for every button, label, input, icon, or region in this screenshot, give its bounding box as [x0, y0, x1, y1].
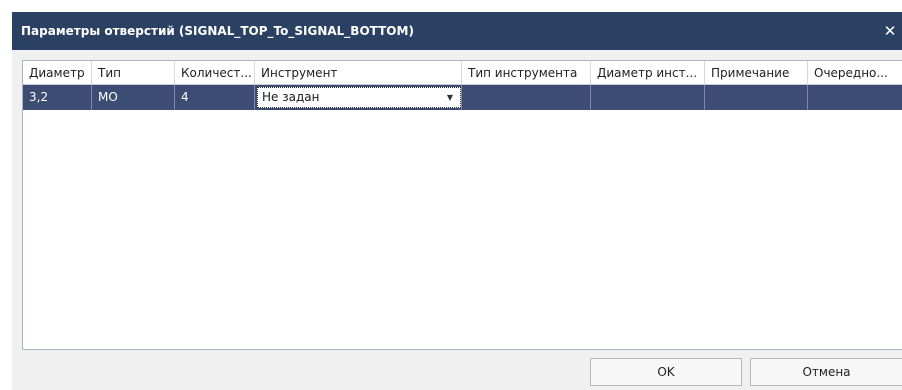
column-header-order[interactable]: Очередно...: [808, 61, 902, 84]
dialog-title: Параметры отверстий (SIGNAL_TOP_To_SIGNA…: [21, 24, 414, 38]
tool-dropdown[interactable]: Не задан ▼: [257, 87, 461, 108]
cell-order[interactable]: [808, 85, 902, 110]
chevron-down-icon[interactable]: ▼: [444, 88, 456, 107]
ok-button[interactable]: OK: [590, 358, 742, 386]
holes-table: Диаметр Тип Количест... Инструмент Тип и…: [22, 60, 902, 350]
tool-dropdown-value: Не задан: [262, 90, 320, 104]
cell-diameter[interactable]: 3,2: [23, 85, 92, 110]
column-header-diameter[interactable]: Диаметр: [23, 61, 92, 84]
close-icon[interactable]: ✕: [878, 12, 902, 50]
table-header: Диаметр Тип Количест... Инструмент Тип и…: [23, 61, 902, 85]
table-row[interactable]: 3,2 MO 4: [23, 85, 902, 110]
cell-tool-type[interactable]: [462, 85, 591, 110]
column-header-tool-diameter[interactable]: Диаметр инст...: [591, 61, 705, 84]
cancel-button[interactable]: Отмена: [750, 358, 902, 386]
column-header-tool-type[interactable]: Тип инструмента: [462, 61, 591, 84]
title-bar[interactable]: Параметры отверстий (SIGNAL_TOP_To_SIGNA…: [12, 12, 902, 50]
column-header-tool[interactable]: Инструмент: [255, 61, 462, 84]
hole-parameters-dialog: Параметры отверстий (SIGNAL_TOP_To_SIGNA…: [12, 12, 902, 390]
cell-note[interactable]: [705, 85, 808, 110]
cell-count[interactable]: 4: [175, 85, 255, 110]
cell-type[interactable]: MO: [92, 85, 175, 110]
column-header-count[interactable]: Количест...: [175, 61, 255, 84]
cell-tool-diameter[interactable]: [591, 85, 705, 110]
column-header-type[interactable]: Тип: [92, 61, 175, 84]
column-header-note[interactable]: Примечание: [705, 61, 808, 84]
